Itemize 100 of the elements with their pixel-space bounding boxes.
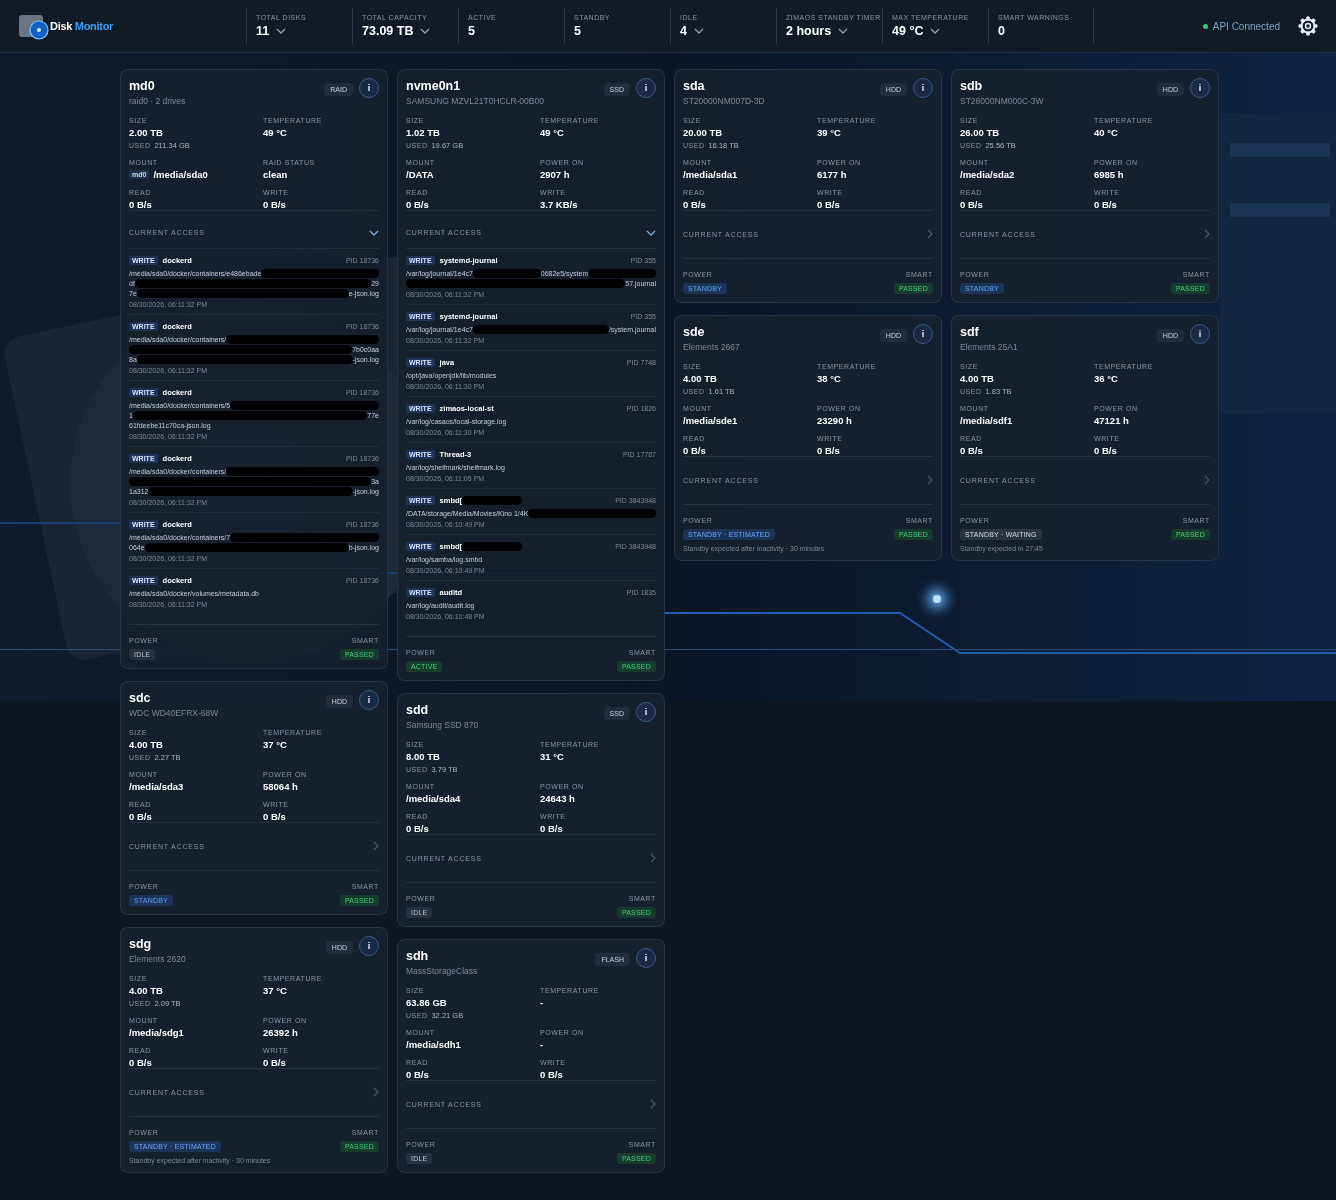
stat-value: 63.86 GB bbox=[406, 997, 447, 1008]
disk-model: Elements 25A1 bbox=[960, 342, 1019, 352]
stat-value: /media/sdh1 bbox=[406, 1039, 461, 1050]
info-button[interactable]: i bbox=[359, 936, 379, 956]
disk-name: sdc bbox=[129, 691, 152, 705]
stat-value: 0 B/s bbox=[129, 1057, 152, 1068]
stat-value: 0 B/s bbox=[540, 1069, 563, 1080]
disk-name: sdd bbox=[406, 703, 430, 717]
chevron-down-icon[interactable] bbox=[930, 28, 941, 34]
stat-value: /media/sda2 bbox=[960, 169, 1015, 180]
stat-value: 0 B/s bbox=[817, 199, 840, 210]
stat-value: 0 B/s bbox=[129, 199, 152, 210]
stat-value: /DATA bbox=[406, 169, 434, 180]
hard-drive-icon bbox=[18, 12, 49, 40]
chevron-down-icon[interactable] bbox=[369, 229, 379, 236]
info-button[interactable]: i bbox=[1190, 78, 1210, 98]
stat-value: 0 B/s bbox=[129, 811, 152, 822]
stat-value: - bbox=[540, 997, 544, 1008]
info-button[interactable]: i bbox=[913, 324, 933, 344]
stat-value: 20.00 TB bbox=[683, 127, 723, 138]
chevron-down-icon[interactable] bbox=[693, 28, 704, 34]
stat-value: 24643 h bbox=[540, 793, 575, 804]
stat-value: 0 B/s bbox=[406, 823, 429, 834]
stat-value: /media/sda0 bbox=[153, 169, 208, 180]
stat-value: 49 °C bbox=[263, 127, 287, 138]
chevron-down-icon[interactable] bbox=[838, 28, 849, 34]
stat-value: 0 B/s bbox=[406, 199, 429, 210]
info-button[interactable]: i bbox=[913, 78, 933, 98]
settings-icon[interactable] bbox=[1298, 16, 1318, 36]
stat-value: clean bbox=[263, 169, 288, 180]
stat-value: 0 B/s bbox=[1094, 199, 1117, 210]
stat-value: /media/sda1 bbox=[683, 169, 738, 180]
stat-value: 58064 h bbox=[263, 781, 298, 792]
chevron-down-icon[interactable] bbox=[420, 28, 431, 34]
stat-value: 2 hours bbox=[786, 24, 832, 38]
disk-model: ST26000NM000C-3W bbox=[960, 96, 1045, 106]
info-button[interactable]: i bbox=[359, 78, 379, 98]
stat-value: 5 bbox=[468, 24, 475, 38]
stat-value: 4.00 TB bbox=[129, 985, 163, 996]
info-button[interactable]: i bbox=[636, 948, 656, 968]
disk-name: sdb bbox=[960, 79, 984, 93]
stat-value: 37 °C bbox=[263, 739, 287, 750]
stat-value: /media/sda3 bbox=[129, 781, 184, 792]
stat-value: 6177 h bbox=[817, 169, 847, 180]
stat-value: 5 bbox=[574, 24, 581, 38]
stat-value: 49 °C bbox=[540, 127, 564, 138]
stat-value: 4.00 TB bbox=[683, 373, 717, 384]
stat-value: 11 bbox=[256, 24, 270, 38]
disk-name: sdg bbox=[129, 937, 153, 951]
disk-name: sdf bbox=[960, 325, 980, 339]
stat-value: 0 B/s bbox=[960, 445, 983, 456]
disk-name: sda bbox=[683, 79, 706, 93]
disk-model: Samsung SSD 870 bbox=[406, 720, 480, 730]
stat-value: - bbox=[540, 1039, 544, 1050]
stat-value: 38 °C bbox=[817, 373, 841, 384]
info-button[interactable]: i bbox=[359, 690, 379, 710]
stat-value: 4.00 TB bbox=[960, 373, 994, 384]
disk-model: SAMSUNG MZVL21T0HCLR-00B00 bbox=[406, 96, 545, 106]
stat-value: 8.00 TB bbox=[406, 751, 440, 762]
stat-value: 49 °C bbox=[892, 24, 924, 38]
stat-value: 36 °C bbox=[1094, 373, 1118, 384]
stat-value: 73.09 TB bbox=[362, 24, 414, 38]
stat-value: 0 B/s bbox=[960, 199, 983, 210]
stat-value: 23290 h bbox=[817, 415, 852, 426]
api-status: API Connected bbox=[1212, 20, 1280, 32]
stat-value: 2.00 TB bbox=[129, 127, 163, 138]
disk-name: sdh bbox=[406, 949, 430, 963]
stat-value: 26.00 TB bbox=[960, 127, 1000, 138]
stat-value: /media/sdf1 bbox=[960, 415, 1013, 426]
disk-model: raid0 · 2 drives bbox=[129, 96, 187, 106]
stat-value: 40 °C bbox=[1094, 127, 1118, 138]
stat-value: 39 °C bbox=[817, 127, 841, 138]
disk-model: WDC WD40EFRX-68W bbox=[129, 708, 220, 718]
disk-name: md0 bbox=[129, 79, 156, 93]
stat-value: 0 B/s bbox=[406, 1069, 429, 1080]
stat-value: 3.7 KB/s bbox=[540, 199, 578, 210]
disk-model: Elements 2620 bbox=[129, 954, 187, 964]
stat-value: 1.02 TB bbox=[406, 127, 440, 138]
chevron-down-icon[interactable] bbox=[646, 229, 656, 236]
stat-value: /media/sda4 bbox=[406, 793, 461, 804]
chevron-down-icon[interactable] bbox=[276, 28, 287, 34]
info-button[interactable]: i bbox=[636, 78, 656, 98]
stat-value: 31 °C bbox=[540, 751, 564, 762]
stat-value: 2907 h bbox=[540, 169, 570, 180]
stat-value: /media/sdg1 bbox=[129, 1027, 184, 1038]
stat-value: 0 B/s bbox=[683, 199, 706, 210]
info-button[interactable]: i bbox=[636, 702, 656, 722]
disk-model: ST20000NM007D-3D bbox=[683, 96, 766, 106]
stat-value: /media/sde1 bbox=[683, 415, 738, 426]
stat-value: 26392 h bbox=[263, 1027, 298, 1038]
stat-value: 37 °C bbox=[263, 985, 287, 996]
stat-value: 6985 h bbox=[1094, 169, 1124, 180]
stat-value: 0 B/s bbox=[683, 445, 706, 456]
info-button[interactable]: i bbox=[1190, 324, 1210, 344]
stat-value: 4 bbox=[680, 24, 687, 38]
stat-value: 0 B/s bbox=[263, 199, 286, 210]
disk-model: Elements 2667 bbox=[683, 342, 741, 352]
app-title: Disk Monitor bbox=[50, 20, 114, 32]
stat-value: 4.00 TB bbox=[129, 739, 163, 750]
stat-value: 0 bbox=[998, 24, 1005, 38]
